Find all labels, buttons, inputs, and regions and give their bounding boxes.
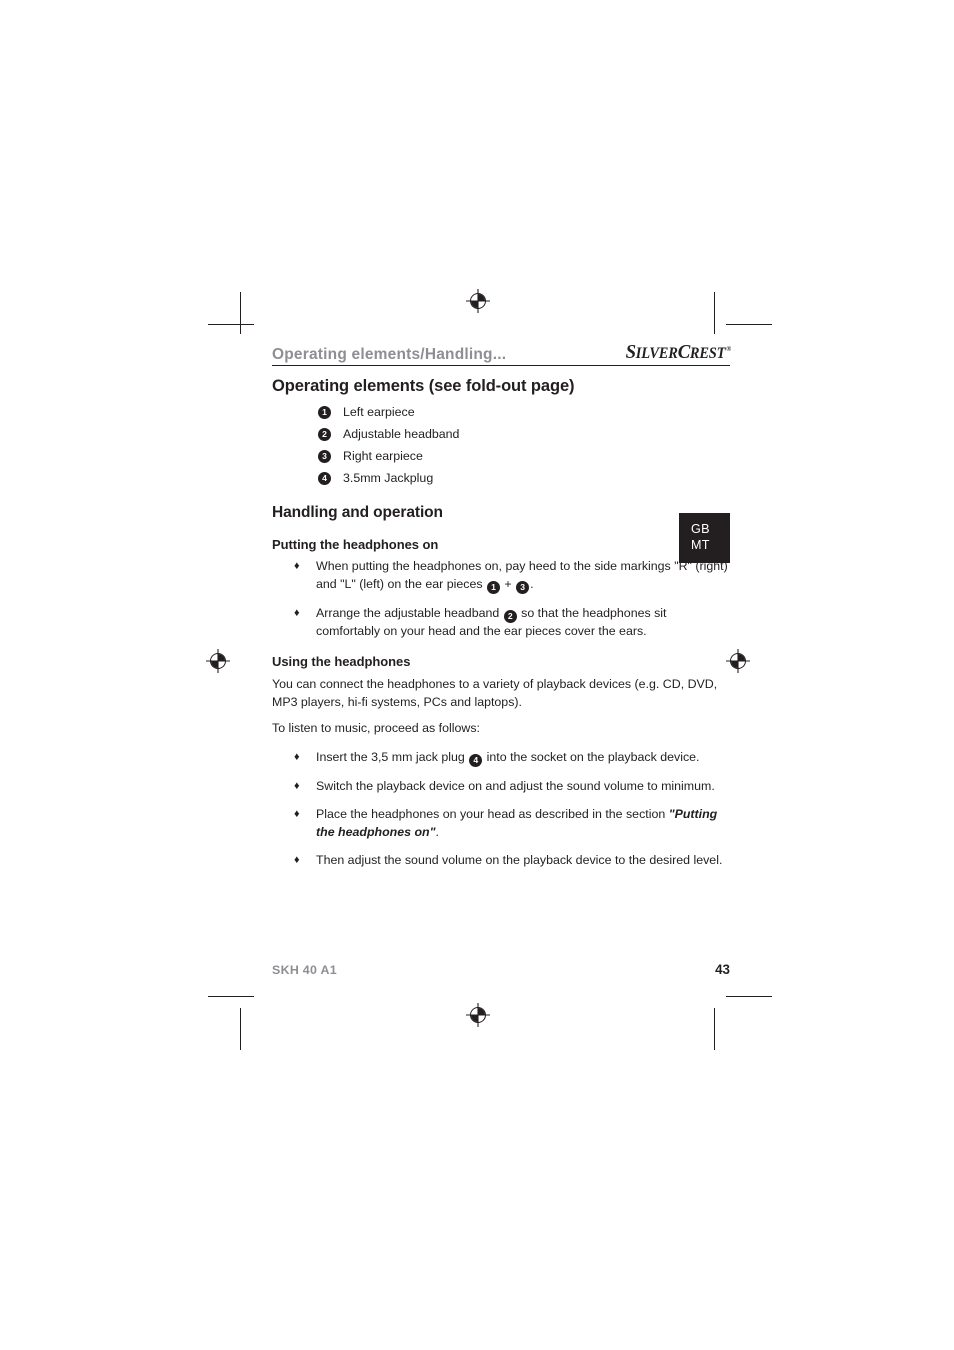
bullet-text: Arrange the adjustable headband 2 so tha… — [316, 605, 730, 640]
header-rule — [272, 365, 730, 366]
logo-s: S — [625, 341, 636, 363]
bullet-text-before: Place the headphones on your head as des… — [316, 807, 669, 822]
number-badge-2-inline: 2 — [503, 609, 517, 623]
list-item: ♦ Insert the 3,5 mm jack plug 4 into the… — [272, 749, 730, 767]
number-badge-3-inline: 3 — [516, 580, 530, 594]
heading-using-the-headphones: Using the headphones — [272, 654, 411, 670]
diamond-bullet-icon: ♦ — [294, 779, 300, 792]
country-tab-line-1: GB — [691, 522, 710, 536]
diamond-bullet-icon: ♦ — [294, 750, 300, 763]
running-header-title: Operating elements/Handling... — [272, 345, 507, 363]
legend-label: Left earpiece — [343, 404, 415, 419]
diamond-bullet-icon: ♦ — [294, 808, 300, 821]
page-content: Operating elements/Handling... S ILVER C RE… — [272, 336, 731, 881]
bullet-text-before: Insert the 3,5 mm jack plug — [316, 749, 469, 764]
registration-target-icon-top — [465, 288, 491, 314]
list-item: ♦ Switch the playback device on and adju… — [272, 778, 730, 796]
bullet-text-before: Arrange the adjustable headband — [316, 605, 503, 620]
list-item: ♦ Place the headphones on your head as d… — [272, 806, 730, 841]
diamond-bullet-icon: ♦ — [294, 606, 300, 619]
footer-page-number: 43 — [715, 962, 730, 977]
number-badge-3: 3 — [318, 449, 331, 463]
country-language-tab: GB MT — [679, 513, 730, 563]
heading-operating-elements: Operating elements (see fold-out page) — [272, 377, 575, 395]
list-item: 2 Adjustable headband — [318, 427, 730, 443]
logo-ilver: ILVER — [635, 345, 678, 362]
bullet-text: When putting the headphones on, pay heed… — [316, 558, 730, 594]
operating-elements-list: 1 Left earpiece 2 Adjustable headband 3 … — [318, 405, 730, 487]
legend-label: 3.5mm Jackplug — [343, 470, 434, 485]
list-item: 1 Left earpiece — [318, 405, 730, 421]
using-lead-in: To listen to music, proceed as follows: — [272, 721, 480, 736]
bullet-text-after: into the socket on the playback device. — [483, 749, 700, 764]
page-footer: SKH 40 A1 43 — [272, 962, 730, 977]
legend-label: Right earpiece — [343, 448, 423, 463]
using-bullet-list: ♦ Insert the 3,5 mm jack plug 4 into the… — [272, 749, 730, 870]
list-item: ♦ When putting the headphones on, pay he… — [272, 558, 730, 594]
list-item: ♦ Then adjust the sound volume on the pl… — [272, 852, 730, 870]
heading-putting-the-headphones-on: Putting the headphones on — [272, 536, 439, 552]
bullet-text-after: . — [435, 824, 439, 839]
running-header: Operating elements/Handling... S ILVER C RE… — [272, 336, 731, 363]
number-badge-4-inline: 4 — [469, 753, 483, 767]
bullet-text-after: . — [530, 577, 534, 592]
list-item: 4 3.5mm Jackplug — [318, 471, 730, 487]
logo-c: C — [677, 341, 690, 363]
list-item: ♦ Arrange the adjustable headband 2 so t… — [272, 605, 730, 640]
bullet-text: Place the headphones on your head as des… — [316, 806, 730, 841]
bullet-text: Then adjust the sound volume on the play… — [316, 853, 723, 868]
using-intro-paragraph: You can connect the headphones to a vari… — [272, 676, 718, 709]
bullet-text: Switch the playback device on and adjust… — [316, 778, 715, 793]
registration-target-icon-left — [205, 648, 231, 674]
number-badge-2: 2 — [318, 427, 331, 441]
bullet-text: Insert the 3,5 mm jack plug 4 into the s… — [316, 749, 730, 767]
diamond-bullet-icon: ♦ — [294, 560, 300, 573]
list-item: 3 Right earpiece — [318, 449, 730, 465]
legend-label: Adjustable headband — [343, 426, 460, 441]
country-tab-line-2: MT — [691, 537, 710, 552]
putting-on-bullet-list: ♦ When putting the headphones on, pay he… — [272, 558, 730, 640]
silvercrest-logo: S ILVER C REST ® — [625, 341, 731, 363]
number-badge-4: 4 — [318, 471, 331, 485]
heading-handling-and-operation: Handling and operation — [272, 504, 443, 522]
registered-mark-icon: ® — [726, 345, 731, 353]
number-badge-1: 1 — [318, 405, 331, 419]
number-badge-1-inline: 1 — [486, 580, 500, 594]
diamond-bullet-icon: ♦ — [294, 854, 300, 867]
footer-model-number: SKH 40 A1 — [272, 963, 337, 977]
logo-rest: REST — [689, 345, 726, 362]
registration-target-icon-bottom — [465, 1002, 491, 1028]
bullet-text-middle: + — [500, 577, 516, 592]
